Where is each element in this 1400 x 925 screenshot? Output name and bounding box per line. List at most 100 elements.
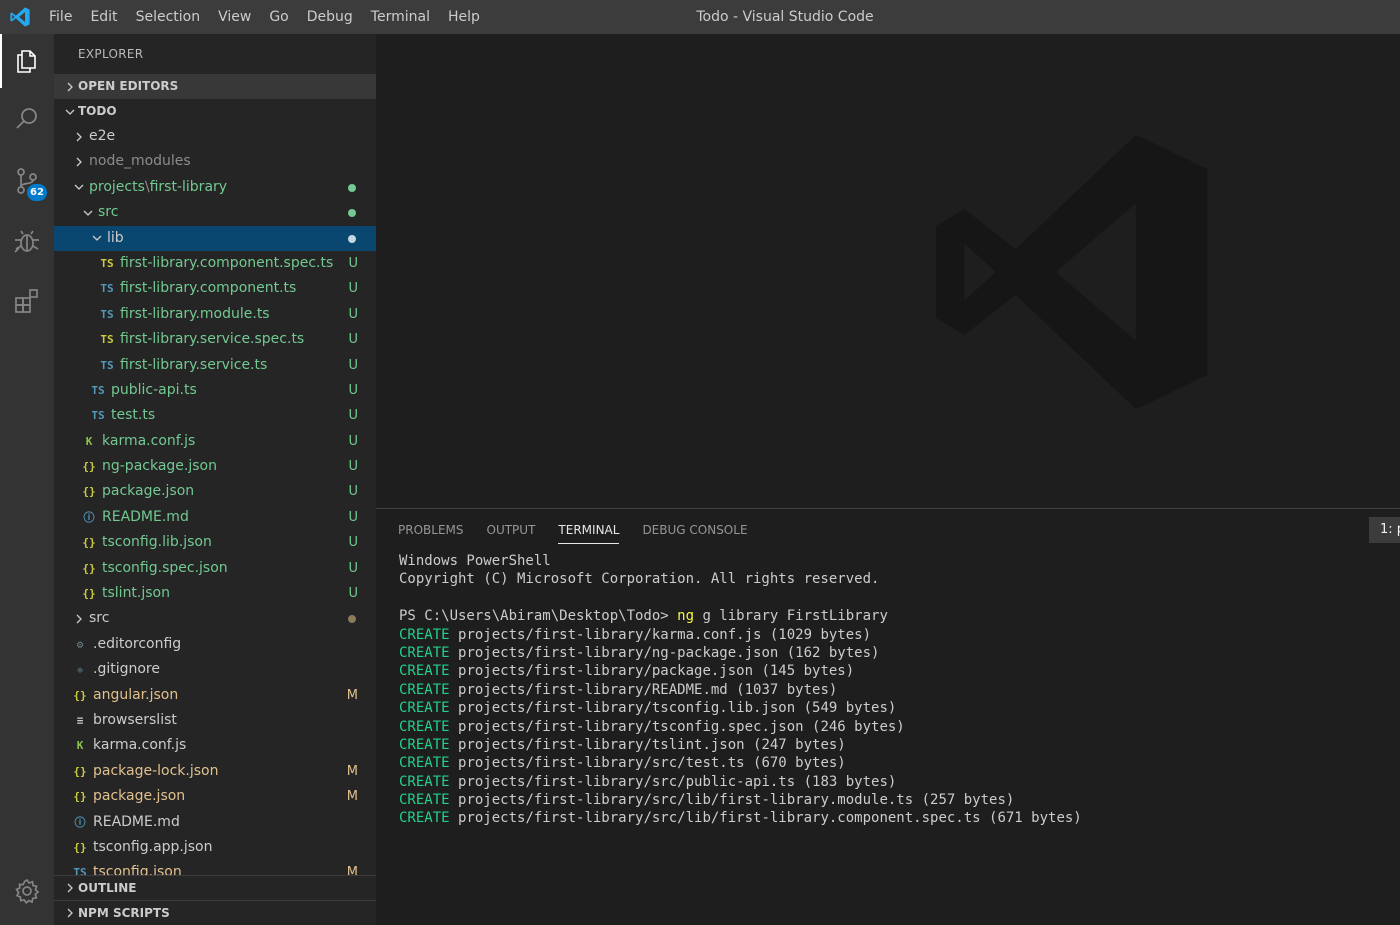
terminal-selector[interactable]: 1: powershell [1369, 517, 1400, 543]
typescript-spec-icon: TS [100, 333, 114, 347]
terminal-output[interactable]: Windows PowerShell Copyright (C) Microsof… [399, 552, 1082, 828]
file-label: angular.json [93, 686, 179, 703]
file-row[interactable]: ⓘ README.md [54, 810, 376, 835]
json-icon: {} [82, 587, 96, 601]
create-keyword: CREATE [399, 718, 450, 735]
terminal-line: CREATE projects/first-library/src/test.t… [399, 754, 1082, 772]
tab-output[interactable]: OUTPUT [487, 509, 536, 551]
gear-icon [15, 878, 40, 905]
created-file: projects/first-library/src/lib/first-lib… [458, 792, 1015, 809]
explorer-sidebar: EXPLORER OPEN EDITORS TODO e2e node_modul… [54, 34, 376, 925]
panel-tabs: PROBLEMS OUTPUT TERMINAL DEBUG CONSOLE [398, 509, 771, 551]
settings-file-icon: ⚙ [76, 637, 84, 651]
created-file: projects/first-library/src/lib/first-lib… [458, 810, 1082, 827]
file-row[interactable]: Kkarma.conf.js [54, 733, 376, 758]
tab-problems[interactable]: PROBLEMS [398, 509, 464, 551]
extensions-activity-button[interactable] [0, 274, 54, 328]
file-label: package.json [102, 483, 195, 500]
outline-section[interactable]: OUTLINE [54, 875, 376, 900]
terminal-text: Windows PowerShell [399, 553, 551, 569]
tab-terminal[interactable]: TERMINAL [558, 509, 620, 551]
terminal-line: CREATE projects/first-library/tslint.jso… [399, 736, 1082, 754]
debug-activity-button[interactable] [0, 214, 54, 268]
folder-row[interactable]: projects \ first-library [54, 175, 376, 200]
file-row[interactable]: {} tsconfig.spec.json U [54, 556, 376, 581]
file-row[interactable]: {} package-lock.json M [54, 759, 376, 784]
created-file: projects/first-library/tsconfig.spec.jso… [458, 718, 905, 735]
window-title: Todo - Visual Studio Code [696, 9, 874, 25]
file-row[interactable]: TS test.ts U [54, 403, 376, 428]
file-row[interactable]: ⓘ README.md U [54, 505, 376, 530]
typescript-icon: TS [100, 307, 114, 321]
file-row[interactable]: {} angular.json M [54, 683, 376, 708]
terminal-line: Copyright (C) Microsoft Corporation. All… [399, 570, 1082, 588]
file-label: tsconfig.spec.json [102, 559, 228, 576]
file-row[interactable]: ≡ browserslist [54, 708, 376, 733]
terminal-prompt: PS C:\Users\Abiram\Desktop\Todo> [399, 608, 669, 625]
file-label: projects [89, 178, 145, 195]
file-row[interactable]: {} tslint.json U [54, 581, 376, 606]
terminal-text: Copyright (C) Microsoft Corporation. All… [399, 571, 880, 588]
typescript-icon: TS [91, 383, 105, 397]
file-row[interactable]: {} tsconfig.lib.json U [54, 530, 376, 555]
tab-debug-console[interactable]: DEBUG CONSOLE [642, 509, 747, 551]
file-label: karma.conf.js [93, 737, 187, 754]
folder-row[interactable]: e2e [54, 124, 376, 149]
chevron-down-icon [62, 107, 78, 117]
file-row[interactable]: TS first-library.component.spec.ts U [54, 251, 376, 276]
file-row[interactable]: TS first-library.service.ts U [54, 353, 376, 378]
create-keyword: CREATE [399, 810, 450, 827]
file-row[interactable]: {} package.json M [54, 784, 376, 809]
file-label: test.ts [111, 407, 156, 424]
manage-button[interactable] [0, 864, 54, 918]
file-label: lib [107, 229, 124, 246]
file-row[interactable]: TS first-library.module.ts U [54, 302, 376, 327]
file-label: ng-package.json [102, 458, 217, 475]
npm-scripts-section[interactable]: NPM SCRIPTS [54, 900, 376, 925]
file-row[interactable]: TS first-library.service.spec.ts U [54, 327, 376, 352]
terminal-command-args: g library FirstLibrary [702, 608, 888, 625]
folder-row[interactable]: lib [54, 225, 376, 251]
terminal-line: CREATE projects/first-library/tsconfig.s… [399, 718, 1082, 736]
git-status-badge: U [348, 306, 358, 322]
file-row[interactable]: {} ng-package.json U [54, 454, 376, 479]
folder-row[interactable]: node_modules [54, 149, 376, 174]
file-label: first-library.component.ts [120, 280, 297, 297]
file-row[interactable]: ⚙ .editorconfig [54, 632, 376, 657]
bottom-panel: PROBLEMS OUTPUT TERMINAL DEBUG CONSOLE 1: p… [376, 508, 1400, 925]
file-row[interactable]: {} tsconfig.app.json [54, 835, 376, 860]
file-row[interactable]: Kkarma.conf.js U [54, 429, 376, 454]
typescript-icon: TS [100, 282, 114, 296]
create-keyword: CREATE [399, 644, 450, 661]
create-keyword: CREATE [399, 792, 450, 809]
folder-row[interactable]: src [54, 200, 376, 225]
source-control-activity-button[interactable]: 62 [0, 154, 54, 208]
create-keyword: CREATE [399, 736, 450, 753]
create-keyword: CREATE [399, 700, 450, 717]
file-row[interactable]: TS public-api.ts U [54, 378, 376, 403]
list-file-icon: ≡ [76, 713, 84, 727]
outline-label: OUTLINE [78, 880, 137, 895]
git-icon: ◆ [76, 663, 84, 677]
explorer-activity-button[interactable] [0, 34, 54, 88]
folder-row[interactable]: src [54, 606, 376, 631]
todo-root-section[interactable]: TODO [54, 99, 376, 124]
file-label: browserslist [93, 711, 177, 728]
open-editors-label: OPEN EDITORS [78, 79, 179, 93]
typescript-spec-icon: TS [100, 256, 114, 270]
editor-area [376, 34, 1400, 508]
chevron-right-icon [71, 157, 87, 167]
file-row[interactable]: ◆ .gitignore [54, 657, 376, 682]
file-row[interactable]: {} package.json U [54, 479, 376, 504]
file-row[interactable]: TS first-library.component.ts U [54, 276, 376, 301]
git-status-badge: U [348, 281, 358, 297]
file-label: first-library.component.spec.ts [120, 254, 334, 271]
terminal-line: CREATE projects/first-library/src/lib/fi… [399, 809, 1082, 827]
create-keyword: CREATE [399, 663, 450, 680]
json-icon: {} [82, 536, 96, 550]
open-editors-section[interactable]: OPEN EDITORS [54, 74, 376, 99]
git-status-badge: U [348, 357, 358, 373]
search-activity-button[interactable] [0, 92, 54, 146]
file-label: README.md [93, 813, 180, 830]
